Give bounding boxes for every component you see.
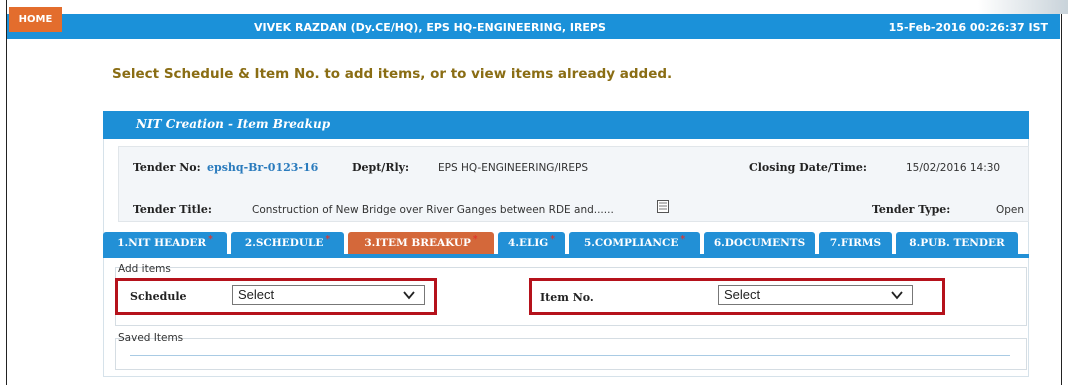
chevron-down-icon (403, 291, 415, 300)
item-no-label: Item No. (540, 291, 594, 304)
tab-label: 2.SCHEDULE (244, 237, 324, 249)
tab-elig[interactable]: 4.ELIG * (498, 232, 565, 254)
tab-nit-header[interactable]: 1.NIT HEADER * (103, 232, 227, 254)
instruction-text: Select Schedule & Item No. to add items,… (112, 66, 673, 82)
user-info: VIVEK RAZDAN (Dy.CE/HQ), EPS HQ-ENGINEER… (254, 21, 606, 34)
home-button[interactable]: HOME (9, 7, 62, 32)
required-marker: * (325, 235, 331, 245)
required-marker: * (550, 235, 555, 245)
saved-items-legend: Saved Items (118, 332, 184, 344)
schedule-select-value: Select (238, 287, 275, 302)
tender-no-value: epshq-Br-0123-16 (207, 161, 319, 174)
tab-underline (103, 254, 1029, 258)
schedule-label: Schedule (130, 290, 187, 303)
top-bar: VIVEK RAZDAN (Dy.CE/HQ), EPS HQ-ENGINEER… (7, 14, 1060, 39)
tab-pub-tender[interactable]: 8.PUB. TENDER (896, 232, 1018, 254)
dept-value: EPS HQ-ENGINEERING/IREPS (438, 162, 588, 174)
current-datetime: 15-Feb-2016 00:26:37 IST (888, 21, 1048, 34)
add-items-legend: Add items (118, 263, 171, 275)
header-decoration (978, 0, 1068, 14)
tab-label: 6.DOCUMENTS (713, 237, 806, 249)
panel-header: NIT Creation - Item Breakup (103, 111, 1029, 139)
required-marker: * (680, 235, 686, 245)
tender-info-box: Tender No: epshq-Br-0123-16 Dept/Rly: EP… (118, 146, 1029, 222)
closing-label: Closing Date/Time: (749, 161, 867, 174)
tab-label: 1.NIT HEADER (117, 237, 207, 249)
dept-label: Dept/Rly: (352, 161, 410, 174)
saved-items-fieldset (115, 338, 1027, 370)
tender-no-label: Tender No: (133, 161, 201, 174)
document-icon[interactable] (657, 200, 669, 213)
tab-label: 3.ITEM BREAKUP (364, 237, 471, 249)
tender-type-label: Tender Type: (872, 203, 951, 216)
panel-title: NIT Creation - Item Breakup (136, 117, 331, 131)
tender-type-value: Open (996, 204, 1025, 216)
tab-item-breakup[interactable]: 3.ITEM BREAKUP * (348, 232, 494, 254)
tender-title-value: Construction of New Bridge over River Ga… (252, 204, 614, 216)
tab-label: 5.COMPLIANCE (583, 237, 679, 249)
tab-label: 8.PUB. TENDER (909, 237, 1005, 249)
tab-documents[interactable]: 6.DOCUMENTS (704, 232, 815, 254)
tender-title-label: Tender Title: (133, 203, 212, 216)
tab-schedule[interactable]: 2.SCHEDULE * (231, 232, 344, 254)
item-no-select[interactable]: Select (718, 285, 913, 305)
schedule-select[interactable]: Select (232, 285, 425, 305)
tab-firms[interactable]: 7.FIRMS (819, 232, 892, 254)
closing-value: 15/02/2016 14:30 (906, 162, 1001, 174)
item-no-select-value: Select (724, 287, 761, 302)
required-marker: * (208, 235, 213, 245)
tab-label: 4.ELIG (508, 237, 549, 249)
chevron-down-icon (891, 291, 903, 300)
required-marker: * (472, 235, 478, 245)
tab-compliance[interactable]: 5.COMPLIANCE * (569, 232, 700, 254)
tab-label: 7.FIRMS (829, 237, 882, 249)
saved-items-divider (130, 355, 1010, 356)
